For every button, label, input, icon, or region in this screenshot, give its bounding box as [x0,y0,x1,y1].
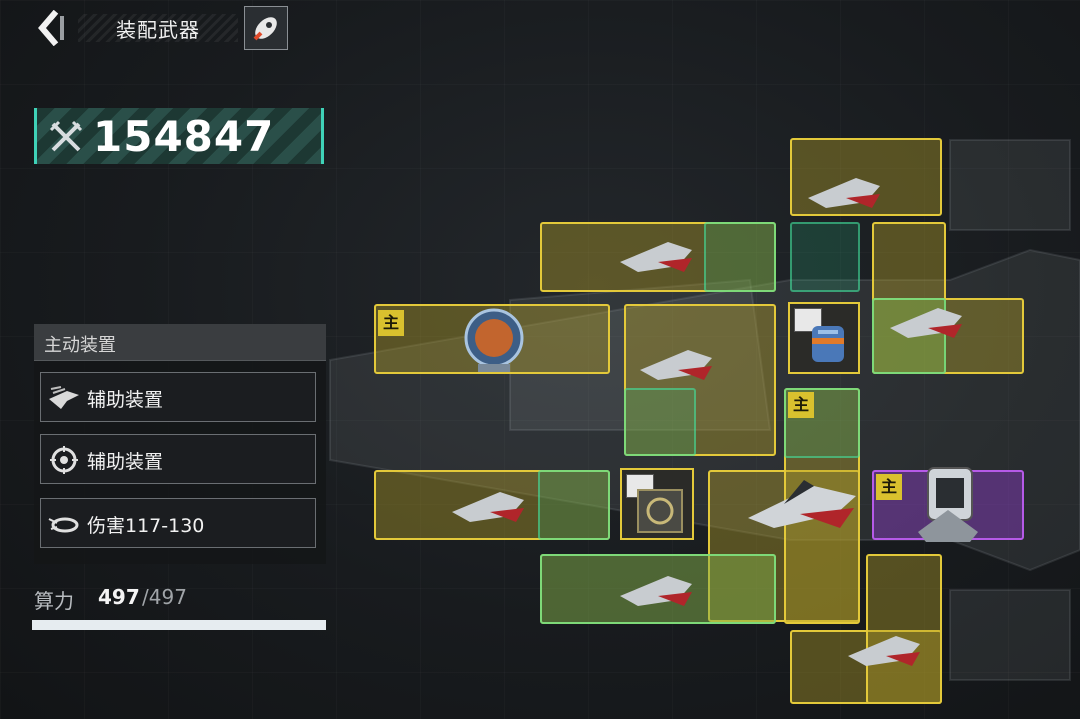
compute-used: 497 [98,585,140,609]
link-cell [704,222,776,292]
device-label: 辅助装置 [87,389,164,411]
active-devices-header: 主动装置 [34,324,326,361]
main-weapon-tag: 主 [788,392,814,418]
chevron-left-icon [38,9,64,47]
combat-power-panel: 154847 [34,108,324,164]
canister-icon [812,326,844,362]
target-reticle-icon [50,446,78,474]
reactor-orb-icon [464,308,524,372]
combat-power-value: 154847 [93,112,275,161]
device-card[interactable] [788,302,860,374]
device-row-support-1[interactable]: 辅助装置 [40,372,316,422]
compute-total: /497 [142,585,187,609]
device-label: 辅助装置 [87,451,164,473]
frigate-icon [640,350,712,380]
frigate-icon [808,178,880,208]
main-weapon-tag: 主 [378,310,404,336]
active-devices-panel: 主动装置 辅助装置 辅助装置 伤害117-130 [34,324,326,564]
frigate-icon [620,242,692,272]
link-cell [790,222,860,292]
compute-bar [32,620,326,630]
device-row-support-2[interactable]: 辅助装置 [40,434,316,484]
turret-icon [918,467,978,542]
frigate-icon [620,576,692,606]
link-cell [538,470,610,540]
page-title: 装配武器 [116,18,200,42]
drone-icon [48,517,79,533]
module-icon [637,489,683,533]
device-label: 伤害117-130 [87,515,205,537]
link-cell [624,388,696,456]
compute-label: 算力 [34,589,74,613]
frigate-icon [452,492,524,522]
device-card[interactable] [620,468,694,540]
frigate-icon [848,636,920,666]
rocket-icon [253,17,277,41]
squadron-icon [49,386,79,409]
back-button[interactable] [32,9,72,47]
main-weapon-tag: 主 [876,474,902,500]
ship-selector-button[interactable] [244,6,288,50]
device-row-damage[interactable]: 伤害117-130 [40,498,316,548]
cruiser-icon [748,480,856,528]
frigate-icon [890,308,962,338]
top-bar: 装配武器 [0,0,300,58]
crossed-swords-icon [49,120,83,152]
active-devices-title: 主动装置 [44,335,116,356]
compute-bar-fill [32,620,326,630]
